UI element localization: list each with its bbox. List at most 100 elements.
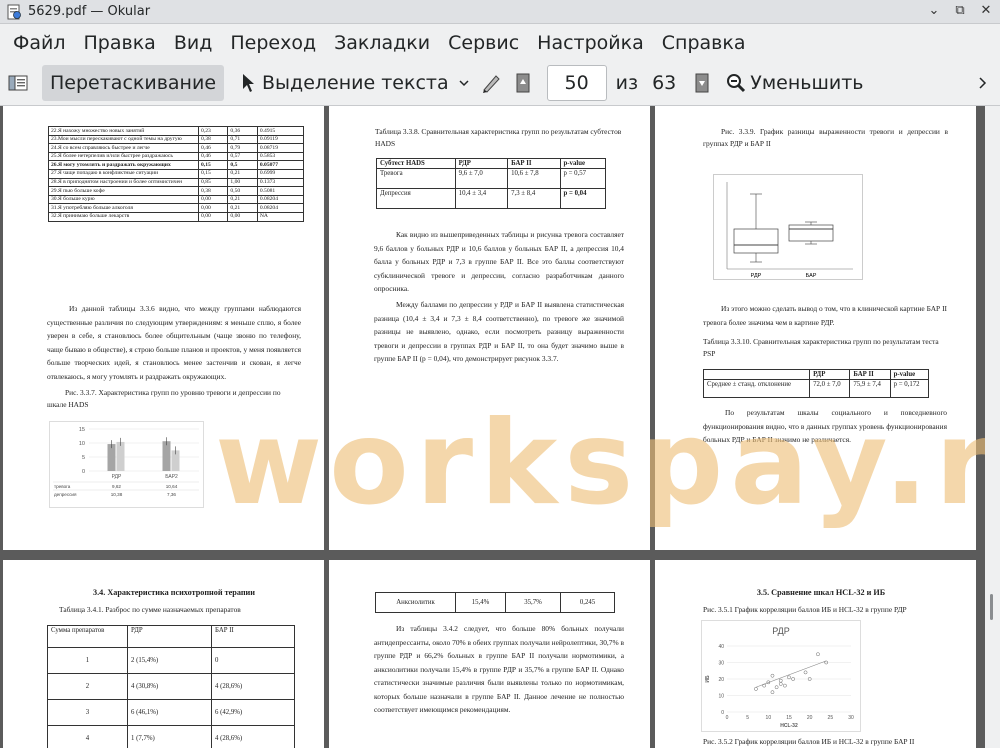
table-row: 2 4 (30,8%) 4 (28,6%) <box>47 673 295 700</box>
table-header-cell: p-value <box>889 369 930 380</box>
menu-go[interactable]: Переход <box>221 28 325 58</box>
x-tick-label: 15 <box>786 715 792 721</box>
table-cell: 0,50 <box>227 186 258 196</box>
page-down-icon[interactable] <box>690 71 714 95</box>
table-caption: Таблица 3.3.8. Сравнительная характерист… <box>375 127 622 148</box>
document-page: Таблица 3.3.8. Сравнительная характерист… <box>329 106 650 550</box>
table-cell: 0,46 <box>197 151 229 162</box>
table-cell: 2 (15,4%) <box>127 647 212 674</box>
y-tick-label: 0 <box>82 469 85 475</box>
table-row: Анксиолитик 15,4% 35,7% 0,245 <box>375 592 615 613</box>
legend-entry: тревога <box>54 484 71 489</box>
zoom-out-button[interactable]: Уменьшить <box>748 65 871 101</box>
table-row: Среднее ± станд. отклонение 72,0 ± 7,0 7… <box>702 379 930 398</box>
table-cell: 30.Я больше курю <box>48 194 199 205</box>
title-bar: 5629.pdf — Okular ⌄ ⧉ ✕ <box>0 0 1000 24</box>
table-cell: Анксиолитик <box>375 592 456 613</box>
table-cell: 1 <box>47 647 128 674</box>
data-label: 7,36 <box>167 492 176 497</box>
menu-file[interactable]: Файл <box>4 28 75 58</box>
page-number-input[interactable] <box>546 65 607 101</box>
x-tick-label: 5 <box>746 715 749 721</box>
chart-title: РДР <box>772 626 790 636</box>
y-tick-label: 10 <box>79 441 85 447</box>
document-viewport[interactable]: 22.Я нахожу множество новых занятий 0,23 0… <box>0 106 985 748</box>
table-row: 32.Я принимаю больше лекарств 0,00 0,00 NA <box>48 211 305 222</box>
table-cell: p = 0,04 <box>559 188 607 209</box>
table-cell: 26.Я могу утомлять и раздражать окружающ… <box>48 160 199 170</box>
bar <box>107 444 116 471</box>
sidebar-toggle-icon[interactable] <box>6 71 30 95</box>
table-cell: 23.Мои мысли перескакивают с одной темы … <box>48 134 199 145</box>
document-page: 3.4. Характеристика психотропной терапии… <box>3 560 324 748</box>
table-caption: Таблица 3.4.1. Разброс по сумме назначае… <box>59 605 241 614</box>
menu-edit[interactable]: Правка <box>75 28 165 58</box>
annotation-pen-icon[interactable] <box>479 71 503 95</box>
table-cell: 0.5081 <box>256 186 305 196</box>
body-paragraph: Из этого можно сделать вывод о том, что … <box>703 304 947 327</box>
drugs-table-continued: Анксиолитик 15,4% 35,7% 0,245 <box>375 592 615 613</box>
x-tick-label: 30 <box>848 715 854 721</box>
zoom-out-icon[interactable] <box>724 71 748 95</box>
table-header-cell <box>702 369 811 380</box>
table-cell: 72,0 ± 7,0 <box>809 379 851 398</box>
table-cell: 10,6 ± 7,8 <box>507 168 561 189</box>
menu-tools[interactable]: Сервис <box>439 28 528 58</box>
document-page: 22.Я нахожу множество новых занятий 0,23 0… <box>3 106 324 550</box>
table-cell: 0,46 <box>197 143 229 153</box>
table-cell: 0,21 <box>227 194 258 205</box>
vertical-scrollbar[interactable] <box>985 106 1000 748</box>
menu-view[interactable]: Вид <box>165 28 222 58</box>
y-tick-label: 5 <box>82 455 85 461</box>
drugs-table: Сумма препаратов РДР БАР II 1 2 (15,4%) … <box>47 625 295 748</box>
browse-tool-button[interactable]: Перетаскивание <box>42 65 225 101</box>
table-header-cell: РДР <box>454 158 509 169</box>
menu-settings[interactable]: Настройка <box>528 28 653 58</box>
table-row: 4 1 (7,7%) 4 (28,6%) <box>47 725 295 748</box>
table-header-cell: БАР II <box>849 369 891 380</box>
table-cell: 0,36 <box>227 126 258 136</box>
table-cell: 0,79 <box>227 143 258 153</box>
psp-table: РДР БАР II p-value Среднее ± станд. откл… <box>702 369 930 398</box>
table-cell: 0,00 <box>197 194 229 205</box>
y-tick-label: 15 <box>79 427 85 433</box>
table-cell: 0,00 <box>197 203 229 213</box>
scrollbar-thumb[interactable] <box>990 594 993 620</box>
body-paragraph: Как видно из вышеприведенных таблицы и р… <box>374 230 624 293</box>
data-label: 10,38 <box>111 492 123 497</box>
data-label: 10,64 <box>166 484 178 489</box>
chevron-right-icon[interactable] <box>970 71 994 95</box>
y-tick-label: 40 <box>718 644 724 650</box>
page-up-icon[interactable] <box>511 71 535 95</box>
close-icon[interactable]: ✕ <box>978 3 994 18</box>
text-selection-tool-button[interactable]: Выделение текста <box>260 65 457 101</box>
table-cell: 0.08204 <box>256 203 305 213</box>
figure-caption: Рис. 3.5.1 График корреляции баллов ИБ и… <box>703 605 907 614</box>
legend-entry: депрессия <box>54 492 77 497</box>
minimize-icon[interactable]: ⌄ <box>926 3 942 18</box>
table-cell: 75,9 ± 7,4 <box>849 379 891 398</box>
table-cell: 0 <box>211 647 295 674</box>
menu-bookmarks[interactable]: Закладки <box>325 28 439 58</box>
body-paragraph: Из таблицы 3.4.2 следует, что больше 80%… <box>374 624 624 714</box>
data-label: 9,62 <box>112 484 121 489</box>
figure-caption: Рис. 3.3.7. Характеристика групп по уров… <box>47 388 281 409</box>
cursor-arrow-icon[interactable] <box>236 71 260 95</box>
y-tick-label: 10 <box>718 694 724 700</box>
table-header-cell: Сумма препаратов <box>47 625 128 648</box>
chevron-down-icon[interactable] <box>457 71 471 95</box>
table-row: 27.Я чаще попадаю в конфликтные ситуации… <box>48 168 305 179</box>
table-row: 23.Мои мысли перескакивают с одной темы … <box>48 134 305 145</box>
table-header-cell: РДР <box>127 625 212 648</box>
boxplot-label: БАР <box>806 273 817 279</box>
table-header-cell: p-value <box>559 158 607 169</box>
menu-help[interactable]: Справка <box>653 28 755 58</box>
table-cell: 0,00 <box>197 211 229 222</box>
maximize-icon[interactable]: ⧉ <box>952 3 968 18</box>
hads-table: Субтест HADS РДР БАР II p-value Тревога … <box>376 158 607 209</box>
table-cell: 25.Я более нетерпелив и/или быстрее разд… <box>48 151 199 162</box>
table-cell: p = 0,172 <box>889 379 930 398</box>
okular-app-icon <box>6 4 22 20</box>
table-cell: 0,57 <box>227 151 258 162</box>
table-cell: 0.08719 <box>256 143 305 153</box>
